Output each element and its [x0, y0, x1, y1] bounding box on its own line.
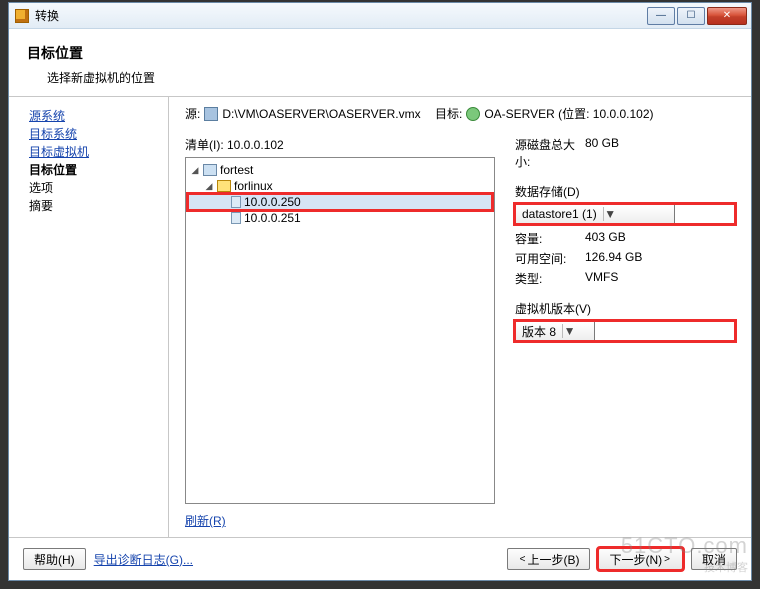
page-title: 目标位置 — [27, 43, 733, 63]
chevron-down-icon: ▼ — [603, 207, 617, 221]
title-bar: 转换 — ☐ ✕ — [9, 3, 751, 29]
wizard-footer: 帮助(H) 导出诊断日志(G)... < 上一步(B) 下一步(N) > 取消 — [9, 537, 751, 580]
tree-folder-label: forlinux — [234, 178, 273, 194]
source-disk-size-label: 源磁盘总大小: — [515, 136, 585, 170]
convert-dialog: 转换 — ☐ ✕ 目标位置 选择新虚拟机的位置 源系统 目标系统 目标虚拟机 目… — [8, 2, 752, 581]
chevron-right-icon: > — [662, 554, 672, 565]
help-label: 帮助(H) — [34, 551, 75, 568]
host-icon — [203, 164, 217, 176]
tree-node-label: 10.0.0.251 — [244, 210, 301, 226]
source-target-row: 源: D:\VM\OASERVER\OASERVER.vmx 目标: OA-SE… — [185, 105, 735, 122]
freespace-row: 可用空间: 126.94 GB — [515, 250, 735, 267]
capacity-label: 容量: — [515, 230, 585, 247]
freespace-value: 126.94 GB — [585, 250, 642, 267]
source-disk-size-value: 80 GB — [585, 136, 619, 170]
target-label: 目标: — [435, 105, 462, 122]
app-icon — [15, 9, 29, 23]
target-info: 目标: OA-SERVER (位置: 10.0.0.102) — [435, 105, 735, 122]
type-value: VMFS — [585, 270, 618, 287]
vmversion-combo[interactable]: 版本 8 ▼ — [515, 321, 595, 341]
target-name: OA-SERVER (位置: 10.0.0.102) — [484, 105, 653, 122]
sidebar-item-target-location: 目标位置 — [29, 161, 160, 179]
sidebar-item-options: 选项 — [29, 179, 160, 197]
inventory-column: 清单(I): 10.0.0.102 ◢ fortest ◢ forlinux — [185, 136, 495, 529]
window-title: 转换 — [35, 7, 647, 24]
back-button[interactable]: < 上一步(B) — [507, 548, 591, 570]
content-row: 清单(I): 10.0.0.102 ◢ fortest ◢ forlinux — [185, 136, 735, 529]
server-icon — [466, 107, 480, 121]
export-log-link[interactable]: 导出诊断日志(G)... — [94, 551, 193, 568]
maximize-button[interactable]: ☐ — [677, 7, 705, 25]
source-info: 源: D:\VM\OASERVER\OASERVER.vmx — [185, 105, 427, 122]
tree-folder[interactable]: ◢ forlinux — [188, 178, 492, 194]
main-pane: 源: D:\VM\OASERVER\OASERVER.vmx 目标: OA-SE… — [169, 97, 751, 537]
sidebar-item-source-system[interactable]: 源系统 — [29, 107, 160, 125]
datastore-selected: datastore1 (1) — [522, 207, 597, 221]
sidebar-item-target-vm[interactable]: 目标虚拟机 — [29, 143, 160, 161]
host-node-icon — [231, 196, 241, 208]
chevron-left-icon: < — [518, 554, 528, 565]
close-button[interactable]: ✕ — [707, 7, 747, 25]
help-button[interactable]: 帮助(H) — [23, 548, 86, 570]
cancel-button[interactable]: 取消 — [691, 548, 737, 570]
back-label: 上一步(B) — [527, 551, 579, 568]
source-path: D:\VM\OASERVER\OASERVER.vmx — [222, 107, 420, 121]
type-label: 类型: — [515, 270, 585, 287]
expand-icon[interactable]: ◢ — [204, 178, 214, 194]
tree-node[interactable]: 10.0.0.251 — [188, 210, 492, 226]
capacity-value: 403 GB — [585, 230, 626, 247]
refresh-link[interactable]: 刷新(R) — [185, 514, 226, 528]
cancel-label: 取消 — [702, 551, 726, 568]
source-label: 源: — [185, 105, 200, 122]
next-label: 下一步(N) — [609, 551, 662, 568]
datastore-combo[interactable]: datastore1 (1) ▼ — [515, 204, 675, 224]
inventory-tree[interactable]: ◢ fortest ◢ forlinux 10.0.0.250 — [185, 157, 495, 504]
capacity-row: 容量: 403 GB — [515, 230, 735, 247]
inventory-label: 清单(I): 10.0.0.102 — [185, 136, 495, 153]
refresh-row: 刷新(R) — [185, 512, 495, 529]
page-subtitle: 选择新虚拟机的位置 — [47, 69, 733, 86]
sidebar-item-target-system[interactable]: 目标系统 — [29, 125, 160, 143]
disk-icon — [204, 107, 218, 121]
tree-root[interactable]: ◢ fortest — [188, 162, 492, 178]
expand-icon[interactable]: ◢ — [190, 162, 200, 178]
freespace-label: 可用空间: — [515, 250, 585, 267]
vmversion-highlight: 版本 8 ▼ — [515, 321, 735, 341]
tree-node-label: 10.0.0.250 — [244, 194, 301, 210]
tree-node-selected[interactable]: 10.0.0.250 — [188, 194, 492, 210]
datastore-label: 数据存储(D) — [515, 183, 735, 200]
vmversion-label: 虚拟机版本(V) — [515, 300, 735, 317]
wizard-header: 目标位置 选择新虚拟机的位置 — [9, 29, 751, 97]
datastore-highlight: datastore1 (1) ▼ — [515, 204, 735, 224]
chevron-down-icon: ▼ — [562, 324, 576, 338]
tree-root-label: fortest — [220, 162, 253, 178]
window-controls: — ☐ ✕ — [647, 7, 747, 25]
folder-icon — [217, 180, 231, 192]
next-button[interactable]: 下一步(N) > — [598, 548, 683, 570]
vmversion-selected: 版本 8 — [522, 323, 556, 340]
details-column: 源磁盘总大小: 80 GB 数据存储(D) datastore1 (1) ▼ 容… — [515, 136, 735, 529]
type-row: 类型: VMFS — [515, 270, 735, 287]
wizard-body: 源系统 目标系统 目标虚拟机 目标位置 选项 摘要 源: D:\VM\OASER… — [9, 97, 751, 537]
source-disk-size: 源磁盘总大小: 80 GB — [515, 136, 735, 170]
host-node-icon — [231, 212, 241, 224]
minimize-button[interactable]: — — [647, 7, 675, 25]
sidebar-item-summary: 摘要 — [29, 197, 160, 215]
step-sidebar: 源系统 目标系统 目标虚拟机 目标位置 选项 摘要 — [9, 97, 169, 537]
